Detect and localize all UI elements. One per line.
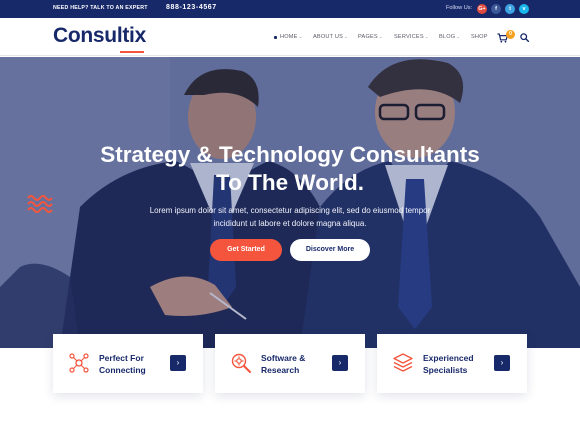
facebook-icon[interactable]: f [491, 4, 501, 14]
chevron-down-icon: ⌄ [344, 34, 349, 39]
arrow-right-icon[interactable]: › [494, 355, 510, 371]
active-nav-marker [274, 36, 277, 39]
help-text: NEED HELP? TALK TO AN EXPERT [53, 5, 148, 11]
top-bar: NEED HELP? TALK TO AN EXPERT 888-123-456… [0, 0, 580, 18]
hero-overlay [0, 57, 580, 348]
hero-subtitle-line-1: Lorem ipsum dolor sit amet, consectetur … [149, 206, 431, 215]
search-icon[interactable] [520, 33, 529, 42]
arrow-right-icon[interactable]: › [170, 355, 186, 371]
chevron-down-icon: ⌄ [298, 34, 303, 39]
google-plus-icon[interactable]: G+ [477, 4, 487, 14]
logo-underline [120, 51, 144, 53]
nav-label: PAGES [358, 34, 378, 40]
feature-title-line-2: Specialists [423, 365, 468, 375]
nav-item-blog[interactable]: BLOG⌄ [439, 34, 460, 40]
vimeo-icon[interactable]: v [519, 4, 529, 14]
site-header: Consultix HOME⌄ ABOUT US⌄ PAGES⌄ SERVICE… [0, 18, 580, 56]
hero-title-line-1: Strategy & Technology Consultants [100, 142, 480, 167]
nav-label: BLOG [439, 34, 456, 40]
site-logo[interactable]: Consultix [53, 24, 146, 48]
feature-card-specialists[interactable]: Experienced Specialists › [377, 334, 527, 393]
hero-banner: Strategy & Technology Consultants To The… [0, 57, 580, 348]
nav-label: HOME [280, 34, 298, 40]
nav-label: ABOUT US [313, 34, 344, 40]
cart-count-badge: 0 [506, 30, 515, 39]
feature-card-connecting[interactable]: Perfect For Connecting › [53, 334, 203, 393]
magnifier-gear-icon [231, 353, 251, 373]
chevron-down-icon: ⌄ [424, 34, 429, 39]
nav-item-home[interactable]: HOME⌄ [280, 34, 303, 40]
feature-title-line-2: Connecting [99, 365, 146, 375]
discover-more-button[interactable]: Discover More [290, 239, 370, 261]
feature-title: Software & Research [261, 352, 305, 376]
feature-title: Experienced Specialists [423, 352, 474, 376]
hero-subtitle: Lorem ipsum dolor sit amet, consectetur … [0, 204, 580, 230]
nav-item-pages[interactable]: PAGES⌄ [358, 34, 383, 40]
feature-title-line-1: Experienced [423, 353, 474, 363]
hero-title-line-2: To The World. [216, 170, 364, 195]
nav-item-shop[interactable]: SHOP [471, 34, 488, 40]
feature-title-line-1: Perfect For [99, 353, 144, 363]
layers-icon [393, 353, 413, 372]
nav-label: SERVICES [394, 34, 424, 40]
twitter-icon[interactable]: t [505, 4, 515, 14]
phone-number[interactable]: 888-123-4567 [166, 4, 217, 11]
chevron-down-icon: ⌄ [378, 34, 383, 39]
nav-label: SHOP [471, 34, 488, 40]
nav-item-services[interactable]: SERVICES⌄ [394, 34, 429, 40]
nav-item-about-us[interactable]: ABOUT US⌄ [313, 34, 348, 40]
feature-title-line-1: Software & [261, 353, 306, 363]
feature-title: Perfect For Connecting [99, 352, 146, 376]
hero-title: Strategy & Technology Consultants To The… [0, 141, 580, 197]
feature-card-software-research[interactable]: Software & Research › [215, 334, 365, 393]
get-started-button[interactable]: Get Started [210, 239, 282, 261]
follow-us-label: Follow Us: [446, 5, 473, 11]
chevron-down-icon: ⌄ [456, 34, 461, 39]
feature-title-line-2: Research [261, 365, 300, 375]
hero-subtitle-line-2: incididunt ut labore et dolore magna ali… [213, 219, 367, 228]
network-nodes-icon [69, 353, 89, 373]
arrow-right-icon[interactable]: › [332, 355, 348, 371]
